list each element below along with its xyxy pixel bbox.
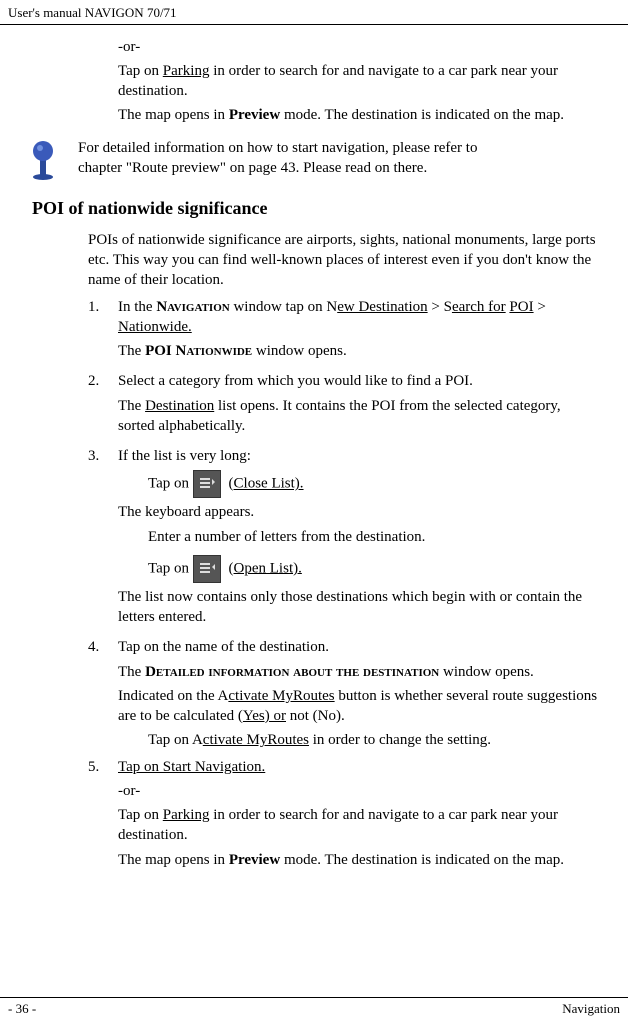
step-1: 1. In the Navigation window tap on New D…: [88, 297, 600, 366]
step3-enter: Enter a number of letters from the desti…: [148, 527, 600, 547]
close-list-label: (Close List).: [229, 476, 304, 492]
info-note: For detailed information on how to start…: [18, 138, 610, 182]
body-block: POIs of nationwide significance are airp…: [88, 230, 610, 874]
step5-line1: Tap on Start Navigation.: [118, 757, 600, 777]
parking-text: Tap on Parking in order to search for an…: [118, 61, 610, 102]
step-num: 5.: [88, 757, 118, 874]
step-3: 3. If the list is very long: Tap on (Clo…: [88, 446, 600, 631]
page-number: - 36 -: [8, 1000, 36, 1018]
step4-line4: Tap on Activate MyRoutes in order to cha…: [148, 730, 600, 750]
step3-open: Tap on (Open List).: [148, 555, 600, 583]
step1-line1: In the Navigation window tap on New Dest…: [118, 297, 600, 338]
step-num: 1.: [88, 297, 118, 366]
close-list-icon[interactable]: [193, 470, 221, 498]
step4-line1: Tap on the name of the destination.: [118, 637, 600, 657]
open-list-label: (Open List).: [229, 560, 302, 576]
header-bar: User's manual NAVIGON 70/71: [0, 0, 628, 25]
step-num: 4.: [88, 637, 118, 750]
top-block: -or- Tap on Parking in order to search f…: [118, 37, 610, 126]
or-text: -or-: [118, 37, 610, 57]
pushpin-icon: [26, 138, 60, 182]
step-5: 5. Tap on Start Navigation. -or- Tap on …: [88, 757, 600, 874]
step4-line3: Indicated on the Activate MyRoutes butto…: [118, 686, 600, 727]
intro-text: POIs of nationwide significance are airp…: [88, 230, 600, 291]
step2-line2: The Destination list opens. It contains …: [118, 396, 600, 437]
step5-line3: The map opens in Preview mode. The desti…: [118, 850, 600, 870]
step5-or: -or-: [118, 781, 600, 801]
footer: - 36 - Navigation: [0, 997, 628, 1018]
step3-line1: If the list is very long:: [118, 446, 600, 466]
step-2: 2. Select a category from which you woul…: [88, 371, 600, 440]
section-heading: POI of nationwide significance: [32, 196, 610, 220]
info-line1: For detailed information on how to start…: [78, 138, 600, 158]
step3-kb: The keyboard appears.: [118, 502, 600, 522]
step1-line2: The POI Nationwide window opens.: [118, 341, 600, 361]
info-text: For detailed information on how to start…: [78, 138, 610, 179]
open-list-icon[interactable]: [193, 555, 221, 583]
step-num: 3.: [88, 446, 118, 631]
header-title: User's manual NAVIGON 70/71: [8, 5, 177, 20]
step-4: 4. Tap on the name of the destination. T…: [88, 637, 600, 750]
step2-line1: Select a category from which you would l…: [118, 371, 600, 391]
footer-section: Navigation: [562, 1000, 620, 1018]
preview-text: The map opens in Preview mode. The desti…: [118, 105, 610, 125]
page-content: -or- Tap on Parking in order to search f…: [0, 25, 628, 874]
step-num: 2.: [88, 371, 118, 440]
step3-listnow: The list now contains only those destina…: [118, 587, 600, 628]
info-line2: chapter "Route preview" on page 43. Plea…: [78, 158, 600, 178]
step4-line2: The Detailed information about the desti…: [118, 662, 600, 682]
step3-close: Tap on (Close List).: [148, 470, 600, 498]
step5-line2: Tap on Parking in order to search for an…: [118, 805, 600, 846]
